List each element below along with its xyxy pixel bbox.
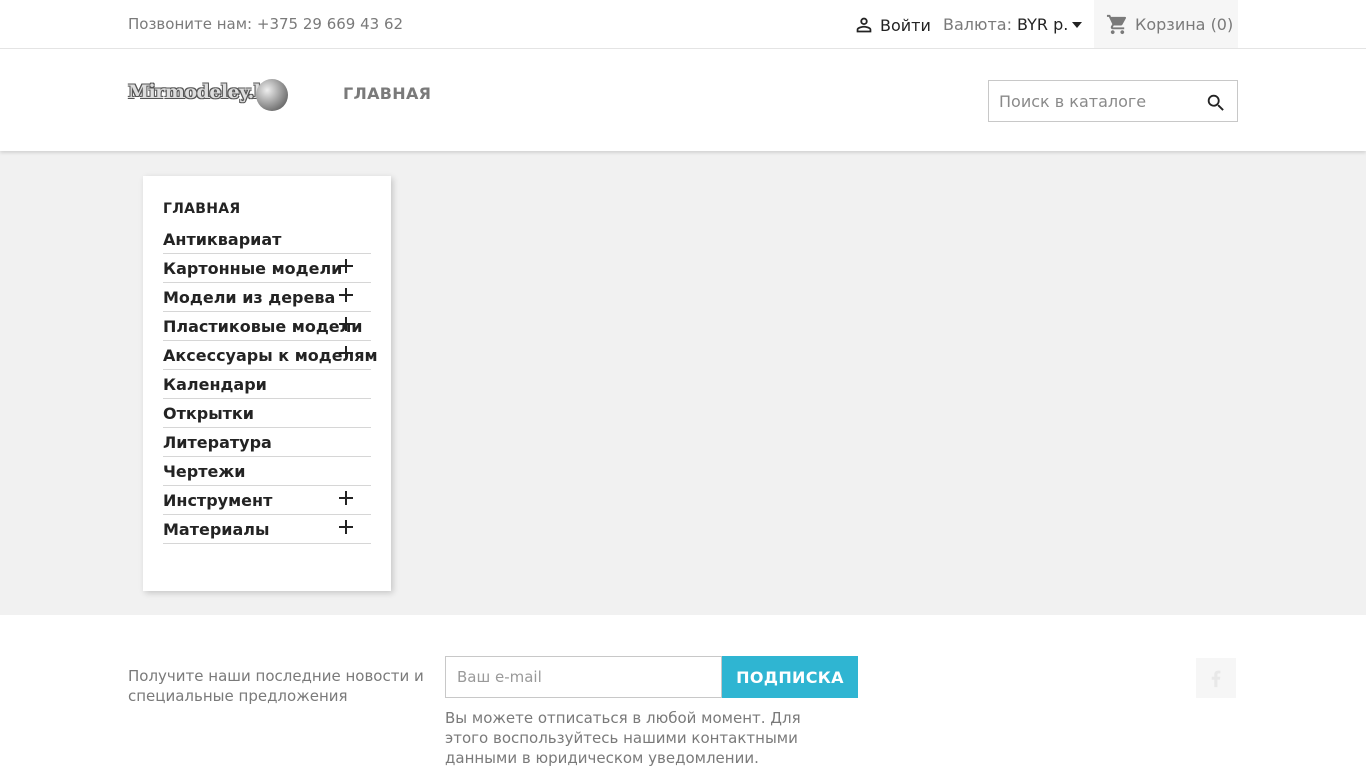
user-icon <box>856 17 872 33</box>
currency-value: BYR р. <box>1017 15 1069 34</box>
category-list: Антиквариат Картонные модели Модели из дер… <box>163 231 378 544</box>
nav-home-link[interactable]: ГЛАВНАЯ <box>343 84 431 103</box>
footer: Получите наши последние новости и специа… <box>0 615 1366 768</box>
category-label: Инструмент <box>163 491 273 510</box>
search-icon[interactable] <box>1205 92 1227 114</box>
plus-icon[interactable] <box>339 346 353 360</box>
category-label: Пластиковые модели <box>163 317 363 336</box>
login-link[interactable]: Войти <box>853 14 931 36</box>
globe-icon <box>256 79 288 111</box>
category-item[interactable]: Инструмент <box>163 486 371 515</box>
email-field[interactable] <box>446 657 721 697</box>
unsubscribe-note: Вы можете отписаться в любой момент. Для… <box>445 709 801 767</box>
caret-down-icon <box>1072 21 1083 28</box>
plus-icon[interactable] <box>339 520 353 534</box>
category-item[interactable]: Календари <box>163 370 371 399</box>
catalog-search <box>988 80 1238 122</box>
sidebar-title[interactable]: ГЛАВНАЯ <box>163 201 371 217</box>
category-item[interactable]: Материалы <box>163 515 371 544</box>
shopping-cart-icon <box>1106 14 1127 34</box>
plus-icon[interactable] <box>339 317 353 331</box>
email-field-wrapper <box>445 656 722 698</box>
category-label: Материалы <box>163 520 270 539</box>
cart-label: Корзина (0) <box>1135 14 1234 34</box>
category-item[interactable]: Антиквариат <box>163 231 371 254</box>
facebook-link[interactable] <box>1196 658 1236 698</box>
category-label: Открытки <box>163 404 254 423</box>
category-label: Картонные модели <box>163 259 343 278</box>
category-sidebar: ГЛАВНАЯ Антиквариат Картонные модели Модел… <box>143 176 391 591</box>
category-label: Литература <box>163 433 272 452</box>
newsletter-text: Получите наши последние новости и специа… <box>128 667 424 705</box>
category-item[interactable]: Модели из дерева <box>163 283 371 312</box>
currency-selector[interactable]: Валюта: BYR р. <box>943 15 1083 34</box>
category-item[interactable]: Открытки <box>163 399 371 428</box>
currency-label: Валюта: <box>943 15 1012 34</box>
site-logo[interactable]: Mirmodeley.by <box>128 77 290 113</box>
contact-phone: Позвоните нам: +375 29 669 43 62 <box>128 15 404 33</box>
category-label: Антиквариат <box>163 230 282 249</box>
search-input[interactable] <box>989 81 1189 121</box>
plus-icon[interactable] <box>339 491 353 505</box>
plus-icon[interactable] <box>339 259 353 273</box>
top-bar: Позвоните нам: +375 29 669 43 62 Войти В… <box>0 0 1366 49</box>
category-item[interactable]: Литература <box>163 428 371 457</box>
category-label: Календари <box>163 375 267 394</box>
site-header: Mirmodeley.by ГЛАВНАЯ <box>0 49 1366 151</box>
cart-button[interactable]: Корзина (0) <box>1094 0 1238 48</box>
login-label: Войти <box>880 15 931 35</box>
category-item[interactable]: Аксессуары к моделям <box>163 341 378 370</box>
logo-text: Mirmodeley.by <box>128 81 278 103</box>
facebook-icon <box>1211 670 1221 688</box>
category-label: Чертежи <box>163 462 246 481</box>
category-item[interactable]: Пластиковые модели <box>163 312 371 341</box>
subscribe-button[interactable]: ПОДПИСКА <box>722 656 858 698</box>
plus-icon[interactable] <box>339 288 353 302</box>
category-item[interactable]: Чертежи <box>163 457 371 486</box>
category-label: Модели из дерева <box>163 288 336 307</box>
category-item[interactable]: Картонные модели <box>163 254 371 283</box>
